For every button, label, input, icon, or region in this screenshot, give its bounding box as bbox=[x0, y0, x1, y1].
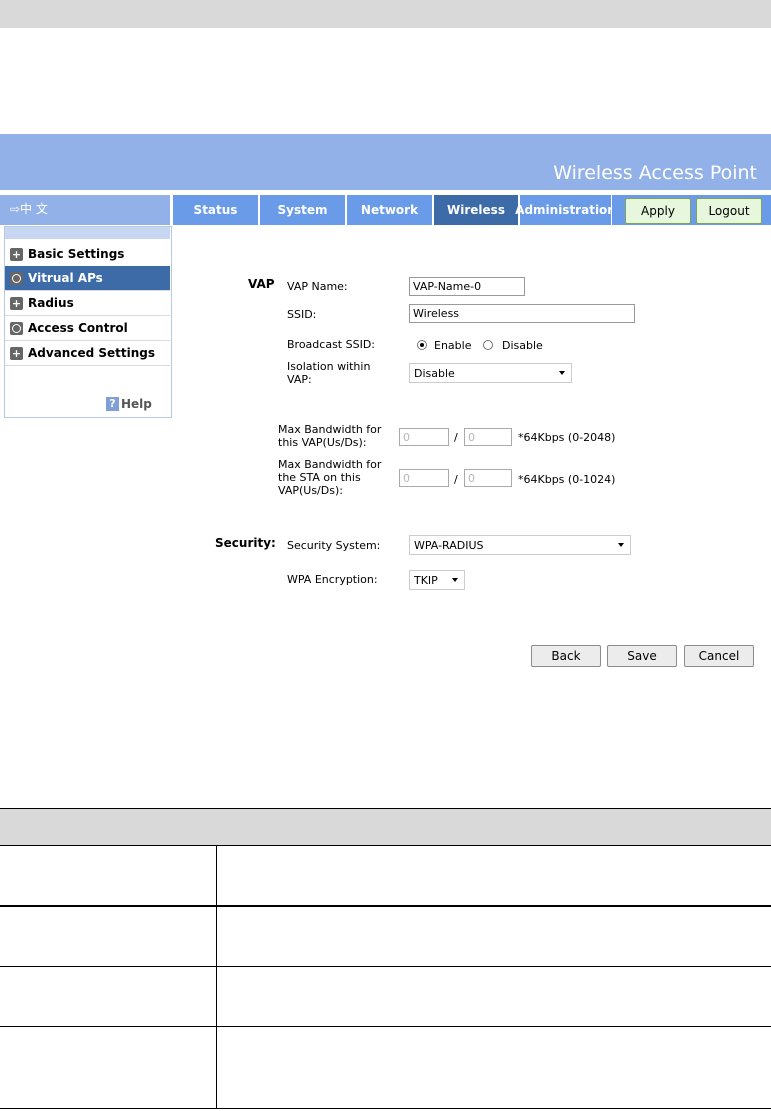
tab-administration[interactable]: Administration bbox=[515, 195, 616, 225]
broadcast-enable-radio[interactable] bbox=[417, 340, 427, 350]
plus-icon: + bbox=[10, 296, 23, 310]
isolation-label-line2: VAP: bbox=[287, 373, 312, 386]
circle-icon bbox=[10, 271, 23, 285]
security-system-label: Security System: bbox=[287, 539, 381, 552]
maxbw-vap-label-line2: this VAP(Us/Ds): bbox=[278, 436, 367, 449]
chevron-down-icon bbox=[559, 371, 565, 375]
isolation-label-line1: Isolation within bbox=[287, 360, 371, 373]
sidebar-item-advanced-settings[interactable]: + Advanced Settings bbox=[5, 341, 170, 366]
sidebar-item-label: Radius bbox=[28, 296, 74, 310]
vap-name-input[interactable]: VAP-Name-0 bbox=[409, 277, 525, 296]
back-button[interactable]: Back bbox=[531, 645, 601, 667]
table-divider bbox=[0, 845, 771, 846]
isolation-select-value: Disable bbox=[414, 366, 455, 380]
apply-button[interactable]: Apply bbox=[625, 198, 691, 224]
broadcast-disable-radio[interactable] bbox=[483, 340, 493, 350]
maxbw-sta-label-line3: VAP(Us/Ds): bbox=[278, 484, 343, 497]
document-top-bar bbox=[0, 0, 771, 28]
maxbw-vap-unit: *64Kbps (0-2048) bbox=[518, 431, 616, 444]
sidebar-item-label: Advanced Settings bbox=[28, 346, 156, 360]
vap-name-label: VAP Name: bbox=[287, 280, 348, 293]
table-divider bbox=[0, 966, 771, 967]
sidebar-header-strip bbox=[5, 227, 170, 239]
app-title: Wireless Access Point bbox=[553, 162, 757, 184]
table-column-divider bbox=[216, 845, 217, 1109]
wpa-encryption-value: TKIP bbox=[414, 573, 438, 587]
chevron-down-icon bbox=[452, 578, 458, 582]
broadcast-disable-label: Disable bbox=[502, 339, 543, 352]
help-icon: ? bbox=[106, 397, 119, 411]
logout-button[interactable]: Logout bbox=[696, 198, 762, 224]
wpa-encryption-select[interactable]: TKIP bbox=[409, 570, 465, 590]
language-bar: ⇨中 文 bbox=[0, 195, 170, 225]
tab-status[interactable]: Status bbox=[173, 195, 258, 225]
ssid-label: SSID: bbox=[287, 308, 317, 321]
slash-separator: / bbox=[454, 431, 458, 444]
table-divider bbox=[0, 1026, 771, 1027]
cancel-button[interactable]: Cancel bbox=[684, 645, 754, 667]
broadcast-ssid-label: Broadcast SSID: bbox=[287, 338, 375, 351]
plus-icon: + bbox=[10, 247, 23, 261]
maxbw-sta-unit: *64Kbps (0-1024) bbox=[518, 473, 616, 486]
table-divider bbox=[0, 1108, 771, 1109]
sidebar-item-radius[interactable]: + Radius bbox=[5, 291, 170, 316]
sidebar-item-basic-settings[interactable]: + Basic Settings bbox=[5, 242, 170, 267]
sidebar-item-access-control[interactable]: Access Control bbox=[5, 316, 170, 341]
maxbw-vap-down-input[interactable]: 0 bbox=[464, 428, 512, 446]
security-system-select[interactable]: WPA-RADIUS bbox=[409, 535, 631, 555]
maxbw-sta-label-line1: Max Bandwidth for bbox=[278, 458, 382, 471]
chevron-down-icon bbox=[618, 543, 624, 547]
sidebar-item-virtual-aps[interactable]: Vitrual APs bbox=[5, 266, 170, 291]
isolation-select[interactable]: Disable bbox=[409, 363, 572, 383]
tab-wireless[interactable]: Wireless bbox=[434, 195, 518, 225]
plus-icon: + bbox=[10, 346, 23, 360]
tab-network[interactable]: Network bbox=[347, 195, 432, 225]
broadcast-enable-label: Enable bbox=[434, 339, 472, 352]
table-header bbox=[0, 808, 771, 846]
slash-separator: / bbox=[454, 473, 458, 486]
ssid-input[interactable]: Wireless bbox=[409, 304, 635, 323]
table-divider bbox=[0, 905, 771, 907]
wpa-encryption-label: WPA Encryption: bbox=[287, 573, 378, 586]
sidebar-item-label: Access Control bbox=[28, 321, 128, 335]
maxbw-sta-up-input[interactable]: 0 bbox=[399, 469, 449, 487]
security-system-value: WPA-RADIUS bbox=[414, 538, 484, 552]
circle-icon bbox=[10, 321, 23, 335]
save-button[interactable]: Save bbox=[607, 645, 677, 667]
maxbw-vap-label-line1: Max Bandwidth for bbox=[278, 423, 382, 436]
sidebar-item-label: Basic Settings bbox=[28, 247, 125, 261]
vap-section-label: VAP bbox=[248, 277, 275, 291]
help-label: Help bbox=[121, 397, 152, 411]
maxbw-vap-up-input[interactable]: 0 bbox=[399, 428, 449, 446]
tab-system[interactable]: System bbox=[260, 195, 345, 225]
sidebar-item-label: Vitrual APs bbox=[28, 271, 103, 285]
language-link[interactable]: ⇨中 文 bbox=[10, 200, 48, 217]
maxbw-sta-down-input[interactable]: 0 bbox=[464, 469, 512, 487]
maxbw-sta-label-line2: the STA on this bbox=[278, 471, 361, 484]
help-link[interactable]: ? Help bbox=[106, 397, 152, 411]
security-section-label: Security: bbox=[215, 536, 276, 550]
